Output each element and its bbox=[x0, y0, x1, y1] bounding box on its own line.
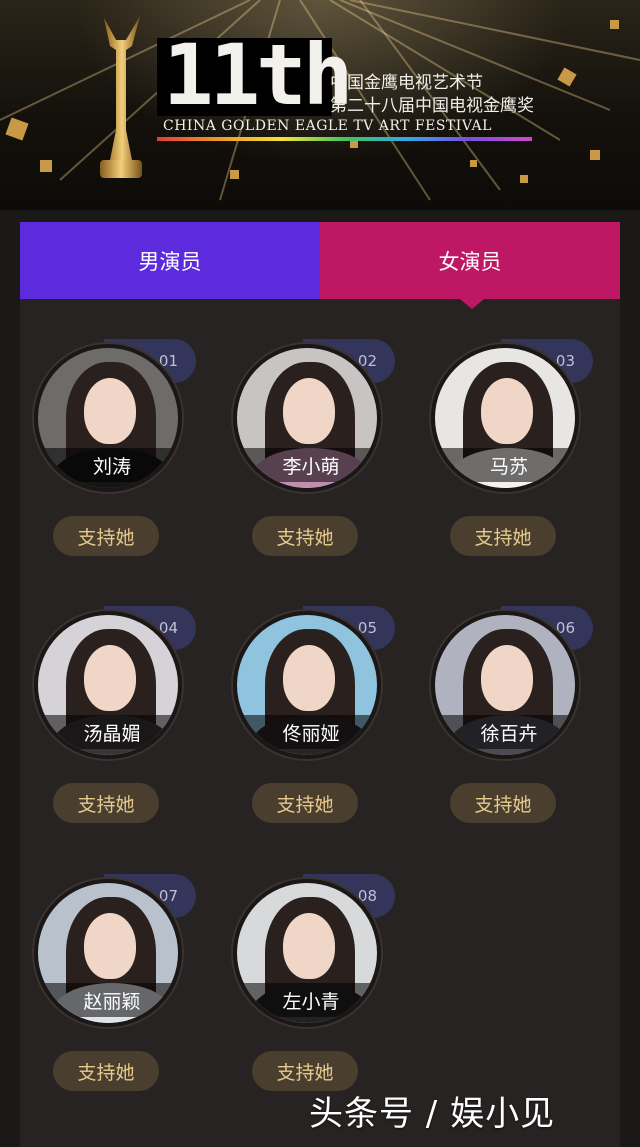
actress-name: 马苏 bbox=[435, 448, 575, 482]
actress-name: 李小萌 bbox=[237, 448, 377, 482]
support-her-button[interactable]: 支持她 bbox=[252, 783, 358, 823]
actress-photo[interactable]: 汤晶媚 bbox=[34, 611, 182, 759]
support-her-button[interactable]: 支持她 bbox=[252, 1051, 358, 1091]
actress-card: 03 马苏 支持她 bbox=[423, 339, 603, 559]
logo-award-name: 第二十八届中国电视金鹰奖 bbox=[330, 96, 534, 116]
face-shape bbox=[283, 378, 335, 444]
actress-name: 赵丽颖 bbox=[38, 983, 178, 1017]
actress-photo[interactable]: 赵丽颖 bbox=[34, 879, 182, 1027]
face-shape bbox=[84, 645, 136, 711]
tab-female-actors[interactable]: 女演员 bbox=[320, 222, 620, 299]
logo-festival-name: 中国金鹰电视艺术节 bbox=[330, 73, 483, 93]
support-her-button[interactable]: 支持她 bbox=[53, 516, 159, 556]
logo-rainbow-stripe bbox=[157, 137, 532, 141]
support-her-button[interactable]: 支持她 bbox=[53, 783, 159, 823]
actress-photo[interactable]: 佟丽娅 bbox=[233, 611, 381, 759]
actress-card: 02 李小萌 支持她 bbox=[225, 339, 405, 559]
face-shape bbox=[84, 378, 136, 444]
actress-name: 徐百卉 bbox=[435, 715, 575, 749]
support-her-button[interactable]: 支持她 bbox=[450, 516, 556, 556]
actress-card: 08 左小青 支持她 bbox=[225, 874, 405, 1094]
actress-card: 01 刘涛 支持她 bbox=[26, 339, 206, 559]
active-tab-indicator bbox=[460, 299, 484, 309]
logo-english-name: CHINA GOLDEN EAGLE TV ART FESTIVAL bbox=[163, 118, 492, 134]
face-shape bbox=[481, 645, 533, 711]
face-shape bbox=[283, 645, 335, 711]
support-her-button[interactable]: 支持她 bbox=[450, 783, 556, 823]
actress-name: 左小青 bbox=[237, 983, 377, 1017]
actress-name: 刘涛 bbox=[38, 448, 178, 482]
tab-male-actors[interactable]: 男演员 bbox=[20, 222, 320, 299]
support-her-button[interactable]: 支持她 bbox=[53, 1051, 159, 1091]
actress-card: 04 汤晶媚 支持她 bbox=[26, 606, 206, 826]
voting-panel: 男演员 女演员 01 刘涛 支持她 02 李小萌 支持她 03 马苏 bbox=[20, 222, 620, 1147]
face-shape bbox=[84, 913, 136, 979]
festival-banner: 11th 中国金鹰电视艺术节 第二十八届中国电视金鹰奖 CHINA GOLDEN… bbox=[0, 0, 640, 210]
actress-photo[interactable]: 李小萌 bbox=[233, 344, 381, 492]
face-shape bbox=[481, 378, 533, 444]
actress-name: 佟丽娅 bbox=[237, 715, 377, 749]
actress-photo[interactable]: 左小青 bbox=[233, 879, 381, 1027]
toutiao-watermark: 头条号 / 娱小见 bbox=[309, 1094, 556, 1134]
actress-photo[interactable]: 徐百卉 bbox=[431, 611, 579, 759]
actress-photo[interactable]: 马苏 bbox=[431, 344, 579, 492]
actress-card: 07 赵丽颖 支持她 bbox=[26, 874, 206, 1094]
logo-edition-number: 11th bbox=[163, 26, 353, 124]
actress-photo[interactable]: 刘涛 bbox=[34, 344, 182, 492]
golden-eagle-trophy-icon bbox=[100, 16, 142, 178]
support-her-button[interactable]: 支持她 bbox=[252, 516, 358, 556]
actress-card: 05 佟丽娅 支持她 bbox=[225, 606, 405, 826]
face-shape bbox=[283, 913, 335, 979]
actress-card: 06 徐百卉 支持她 bbox=[423, 606, 603, 826]
actress-name: 汤晶媚 bbox=[38, 715, 178, 749]
